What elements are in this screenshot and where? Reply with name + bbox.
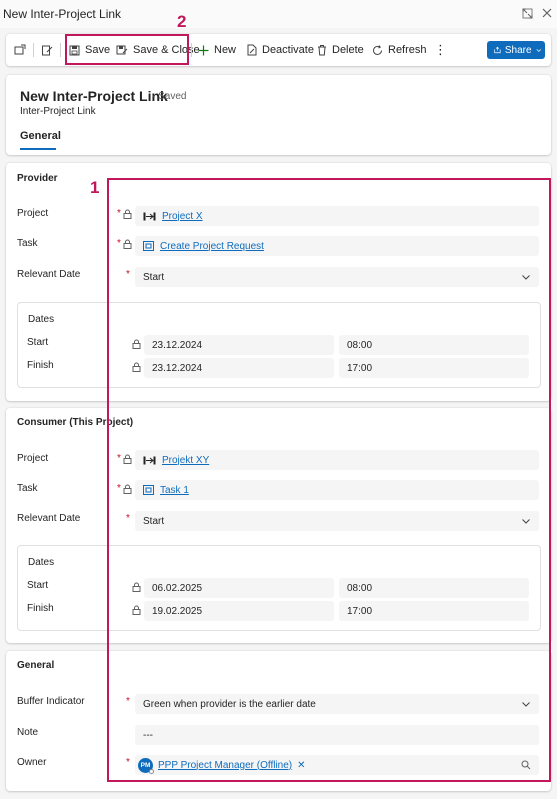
tab-selected-indicator [20, 148, 56, 150]
trash-icon [318, 45, 326, 56]
general-section-title: General [17, 660, 55, 671]
save-status: - Saved [152, 91, 187, 102]
buffer-indicator-label: Buffer Indicator [17, 696, 85, 707]
plus-icon [198, 45, 209, 55]
consumer-finish-label: Finish [27, 603, 54, 614]
page-title: New Inter-Project Link [20, 88, 168, 104]
delete-button[interactable]: Delete [317, 34, 364, 66]
separator [191, 43, 192, 57]
annotation-box-1 [107, 178, 551, 782]
delete-label: Delete [332, 44, 364, 56]
record-header: New Inter-Project Link - Saved Inter-Pro… [6, 75, 551, 155]
provider-dates-title: Dates [28, 314, 55, 325]
tab-general[interactable]: General [20, 130, 61, 142]
provider-finish-label: Finish [27, 360, 54, 371]
separator [33, 43, 34, 57]
share-label: Share [504, 44, 532, 56]
entity-name: Inter-Project Link [20, 106, 96, 117]
close-icon[interactable] [540, 6, 554, 20]
share-button[interactable]: Share [487, 41, 545, 59]
provider-section-title: Provider [17, 173, 58, 184]
owner-label: Owner [17, 757, 47, 768]
consumer-dates-title: Dates [28, 557, 55, 568]
provider-relevant-date-label: Relevant Date [17, 269, 81, 280]
deactivate-button[interactable]: Deactivate [247, 34, 314, 66]
annotation-number-2: 2 [177, 12, 187, 31]
new-label: New [214, 44, 237, 56]
open-record-icon[interactable] [14, 34, 31, 66]
window-title: New Inter-Project Link [3, 7, 122, 21]
separator [60, 43, 61, 57]
deactivate-label: Deactivate [262, 44, 314, 56]
form-edit-icon[interactable] [41, 34, 58, 66]
document-icon [247, 44, 257, 56]
note-label: Note [17, 727, 39, 738]
consumer-task-label: Task [17, 483, 38, 494]
consumer-project-label: Project [17, 453, 49, 464]
chevron-down-icon [535, 49, 541, 52]
more-commands-icon[interactable]: ⋮ [434, 34, 447, 66]
new-button[interactable]: New [198, 34, 236, 66]
annotation-box-2 [65, 34, 189, 65]
consumer-start-label: Start [27, 580, 49, 591]
window-titlebar: New Inter-Project Link [0, 0, 557, 28]
consumer-relevant-date-label: Relevant Date [17, 513, 81, 524]
provider-task-label: Task [17, 238, 38, 249]
provider-project-label: Project [17, 208, 49, 219]
refresh-button[interactable]: Refresh [372, 34, 427, 66]
refresh-icon [373, 44, 382, 55]
refresh-label: Refresh [388, 44, 427, 56]
provider-start-label: Start [27, 337, 49, 348]
expand-icon[interactable] [520, 6, 534, 20]
annotation-number-1: 1 [90, 178, 100, 197]
share-icon [494, 46, 501, 54]
